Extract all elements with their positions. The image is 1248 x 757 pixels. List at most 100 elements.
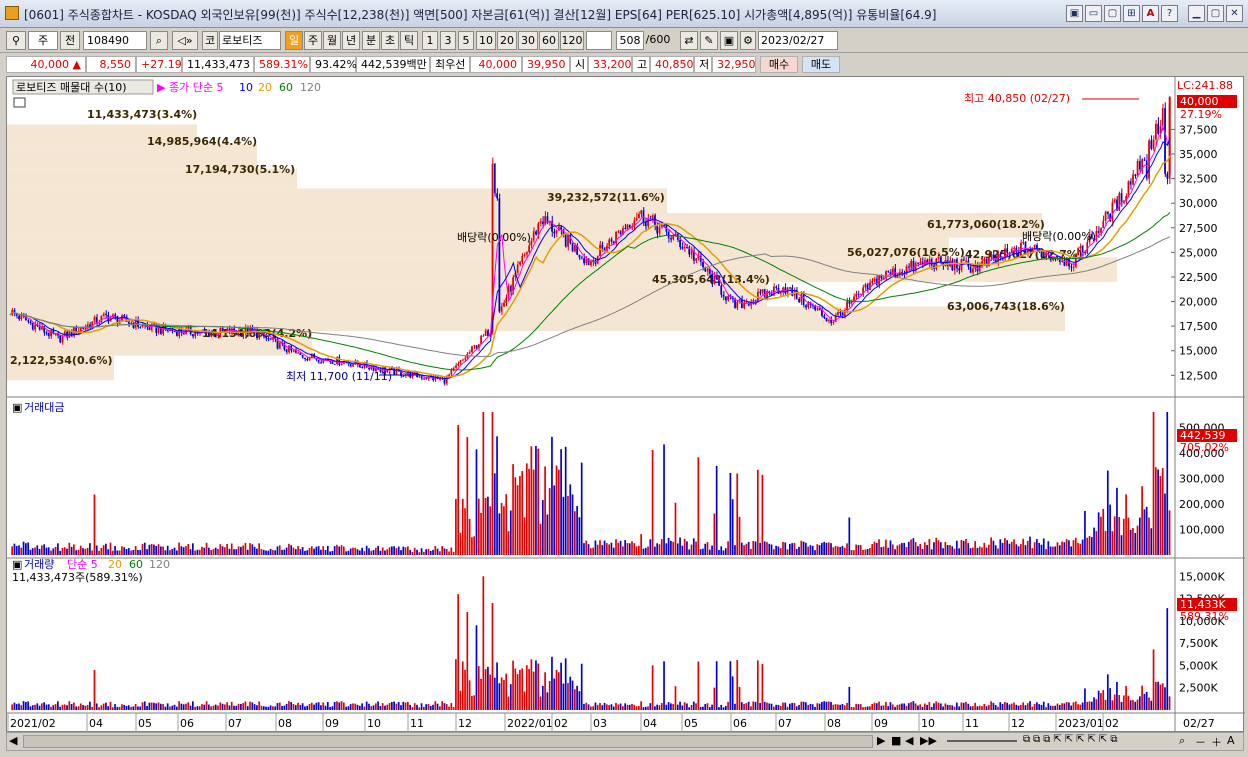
volume-bar (711, 704, 713, 710)
volume-bar (766, 702, 768, 710)
grid-button[interactable]: ⊞ (1123, 5, 1140, 22)
zoom-slider[interactable] (947, 740, 1017, 742)
candle-body (752, 300, 755, 302)
period-tick[interactable]: 틱 (400, 31, 418, 50)
volume-bar (370, 706, 373, 710)
amount-bar (31, 548, 34, 555)
amount-bar (468, 518, 471, 555)
save-icon[interactable]: ▣ (720, 31, 738, 50)
amount-bar (1106, 470, 1109, 555)
back-button[interactable]: ◀ (905, 734, 913, 747)
font-button[interactable]: A (1142, 5, 1159, 22)
volume-bar (686, 703, 688, 710)
amount-bar (308, 548, 311, 555)
period-month[interactable]: 월 (323, 31, 341, 50)
candle-body (837, 312, 839, 316)
period-second[interactable]: 초 (381, 31, 399, 50)
chart-scrollbar[interactable]: ◀ ▶ ■ ◀ ▶▶ ⧉⧉⧉⇱⇱⇱⇱⇱⧉ ⌕ － ＋ A (6, 732, 1244, 751)
volume-bar (672, 704, 675, 710)
volume-bar (262, 706, 265, 710)
period-day[interactable]: 일 (285, 31, 303, 50)
amount-bar (482, 412, 485, 555)
amount-bar (466, 437, 469, 555)
volume-legend: 거래량 (24, 558, 54, 571)
stop-button[interactable]: ■ (891, 734, 901, 747)
amount-bar (214, 547, 217, 555)
restore-layout-button[interactable]: ▢ (1104, 5, 1121, 22)
minute-20[interactable]: 20 (497, 31, 517, 50)
volume-bar (29, 706, 32, 710)
tools-icon[interactable]: ✎ (700, 31, 718, 50)
maximize-button[interactable]: ▢ (1207, 5, 1224, 22)
minute-120[interactable]: 120 (560, 31, 584, 50)
candle-body (1157, 123, 1159, 134)
speaker-icon[interactable]: ◁» (172, 31, 198, 50)
period-week[interactable]: 주 (304, 31, 322, 50)
amount-bar (859, 545, 862, 555)
close-button[interactable]: ✕ (1226, 5, 1243, 22)
prev-button[interactable]: 전 (60, 31, 80, 50)
period-year[interactable]: 년 (342, 31, 360, 50)
volume-bar (443, 703, 446, 710)
minute-1[interactable]: 1 (422, 31, 438, 50)
amount-bar (875, 542, 878, 555)
link-icon[interactable]: ⚲ (6, 31, 26, 50)
search-icon[interactable]: ⌕ (150, 31, 168, 50)
amount-bar (917, 546, 919, 555)
zoom-in-button[interactable]: ＋ (1211, 734, 1222, 750)
candle-body (727, 295, 729, 301)
chart-area[interactable]: 11,433,473(3.4%) 14,985,964(4.4%) 17,194,7… (6, 76, 1245, 733)
volume-bar (690, 704, 693, 710)
settings-icon[interactable]: ⚙ (740, 31, 756, 50)
candle-body (1104, 211, 1107, 221)
scroll-left-arrow[interactable]: ◀ (9, 734, 17, 747)
amount-bar (539, 523, 542, 555)
play-button[interactable]: ▶ (877, 734, 885, 747)
candle-body (1148, 140, 1150, 179)
zoom-search-icon[interactable]: ⌕ (1179, 734, 1185, 748)
candle-body (619, 231, 622, 235)
help-button[interactable]: ? (1161, 5, 1178, 22)
custom-period-input[interactable] (586, 31, 612, 50)
date-input[interactable]: 2023/02/27 (758, 31, 838, 50)
volume-bar (407, 701, 409, 710)
amount-bar (153, 544, 155, 555)
table-icon[interactable] (13, 97, 26, 108)
amount-bar (617, 542, 620, 555)
code-input[interactable]: 108490 (83, 31, 147, 50)
auto-button[interactable]: A (1227, 734, 1235, 747)
layout-button[interactable]: ▭ (1085, 5, 1102, 22)
chart-svg[interactable]: 11,433,473(3.4%) 14,985,964(4.4%) 17,194,7… (7, 77, 1245, 733)
candle-body (672, 235, 675, 240)
period-minute[interactable]: 분 (362, 31, 380, 50)
count-input[interactable]: 508 (616, 31, 644, 50)
trade-amount: 442,539백만 (356, 56, 430, 73)
minute-10[interactable]: 10 (476, 31, 496, 50)
volume-bar (1010, 703, 1013, 710)
market-select[interactable]: 주 (28, 31, 58, 50)
amount-bar (1024, 545, 1027, 555)
minute-3[interactable]: 3 (440, 31, 456, 50)
zoom-out-button[interactable]: － (1195, 734, 1206, 750)
amount-bar (441, 546, 444, 555)
volume-bar (649, 703, 652, 710)
minute-60[interactable]: 60 (539, 31, 559, 50)
amount-bar (384, 550, 386, 555)
minute-5[interactable]: 5 (458, 31, 474, 50)
candle-body (571, 243, 574, 252)
amount-bar (1093, 527, 1095, 555)
amount-bar (13, 543, 16, 555)
buy-button[interactable]: 매수 (760, 56, 798, 73)
sell-button[interactable]: 매도 (802, 56, 840, 73)
arrows-icon[interactable]: ⇄ (680, 31, 698, 50)
minimize-button[interactable]: ▁ (1188, 5, 1205, 22)
link-button[interactable]: ▣ (1066, 5, 1083, 22)
drawing-tools[interactable]: ⧉⧉⧉⇱⇱⇱⇱⇱⧉ (1023, 734, 1120, 745)
volume-bar (489, 674, 492, 710)
volume-bar (354, 703, 357, 710)
minute-30[interactable]: 30 (518, 31, 538, 50)
fast-forward-button[interactable]: ▶▶ (920, 734, 937, 747)
scroll-thumb[interactable] (23, 735, 873, 748)
stock-name[interactable]: 로보티즈 (219, 31, 281, 50)
amount-bar (978, 546, 981, 555)
